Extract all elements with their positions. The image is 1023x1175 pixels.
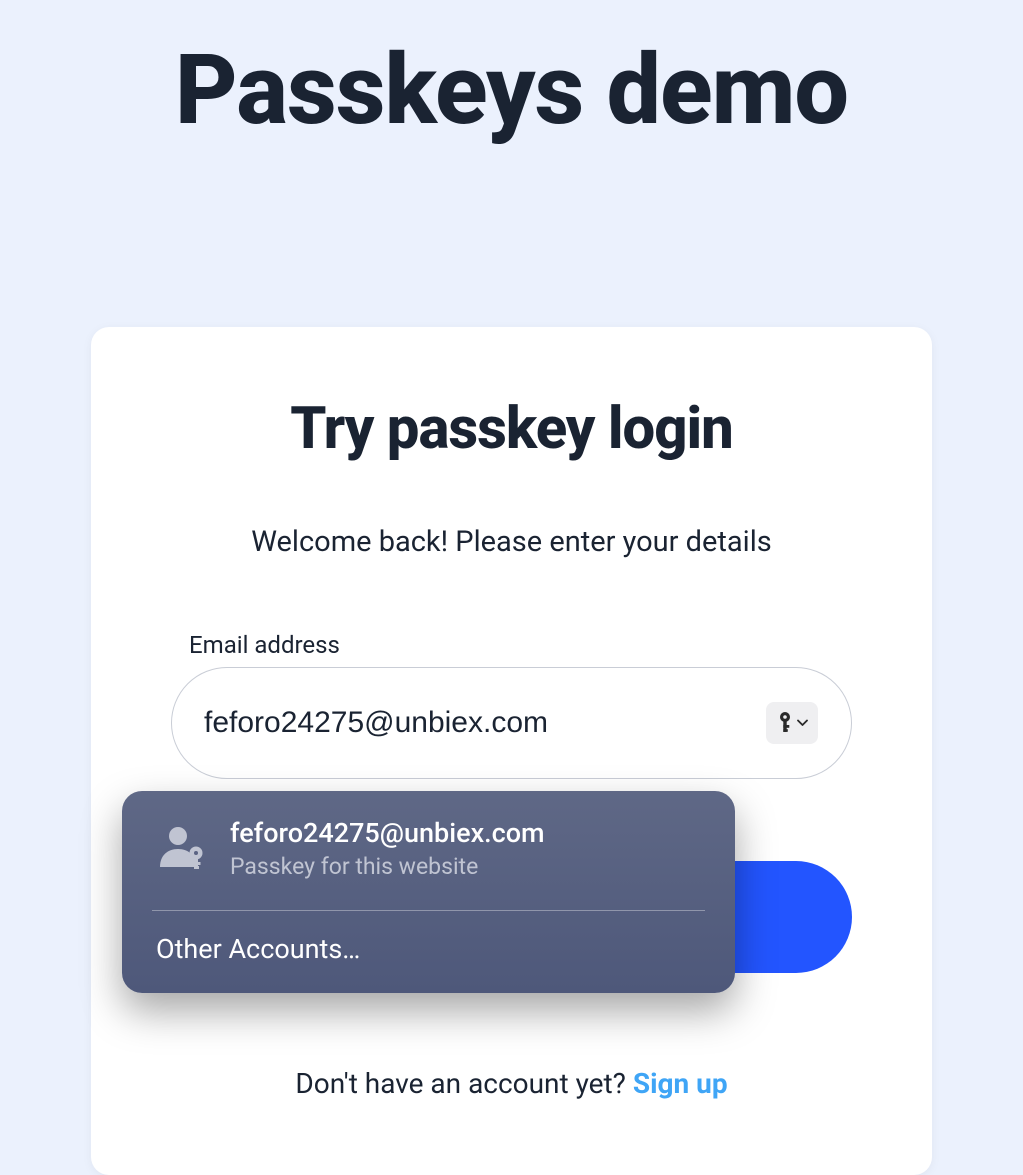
login-card: Try passkey login Welcome back! Please e… (91, 327, 932, 1175)
email-input-wrap (171, 667, 852, 779)
key-icon (777, 711, 795, 735)
email-field[interactable] (171, 667, 852, 779)
passkey-autofill-popup: feforo24275@unbiex.com Passkey for this … (122, 791, 735, 993)
other-accounts-button[interactable]: Other Accounts… (122, 911, 735, 993)
signup-row: Don't have an account yet? Sign up (171, 1067, 852, 1100)
passkey-dropdown-button[interactable] (766, 702, 818, 744)
chevron-down-icon (797, 719, 808, 727)
card-subtitle: Welcome back! Please enter your details (171, 525, 852, 559)
card-title: Try passkey login (171, 395, 852, 463)
signup-prompt: Don't have an account yet? (295, 1067, 632, 1100)
user-passkey-icon (156, 823, 210, 875)
autofill-primary: feforo24275@unbiex.com (230, 817, 701, 849)
autofill-entry[interactable]: feforo24275@unbiex.com Passkey for this … (122, 791, 735, 898)
page-title: Passkeys demo (0, 0, 1023, 147)
autofill-secondary: Passkey for this website (230, 853, 701, 880)
autofill-text: feforo24275@unbiex.com Passkey for this … (230, 817, 701, 880)
form-section: Email address (171, 631, 852, 1100)
email-label: Email address (189, 631, 852, 659)
signup-link[interactable]: Sign up (633, 1067, 728, 1100)
